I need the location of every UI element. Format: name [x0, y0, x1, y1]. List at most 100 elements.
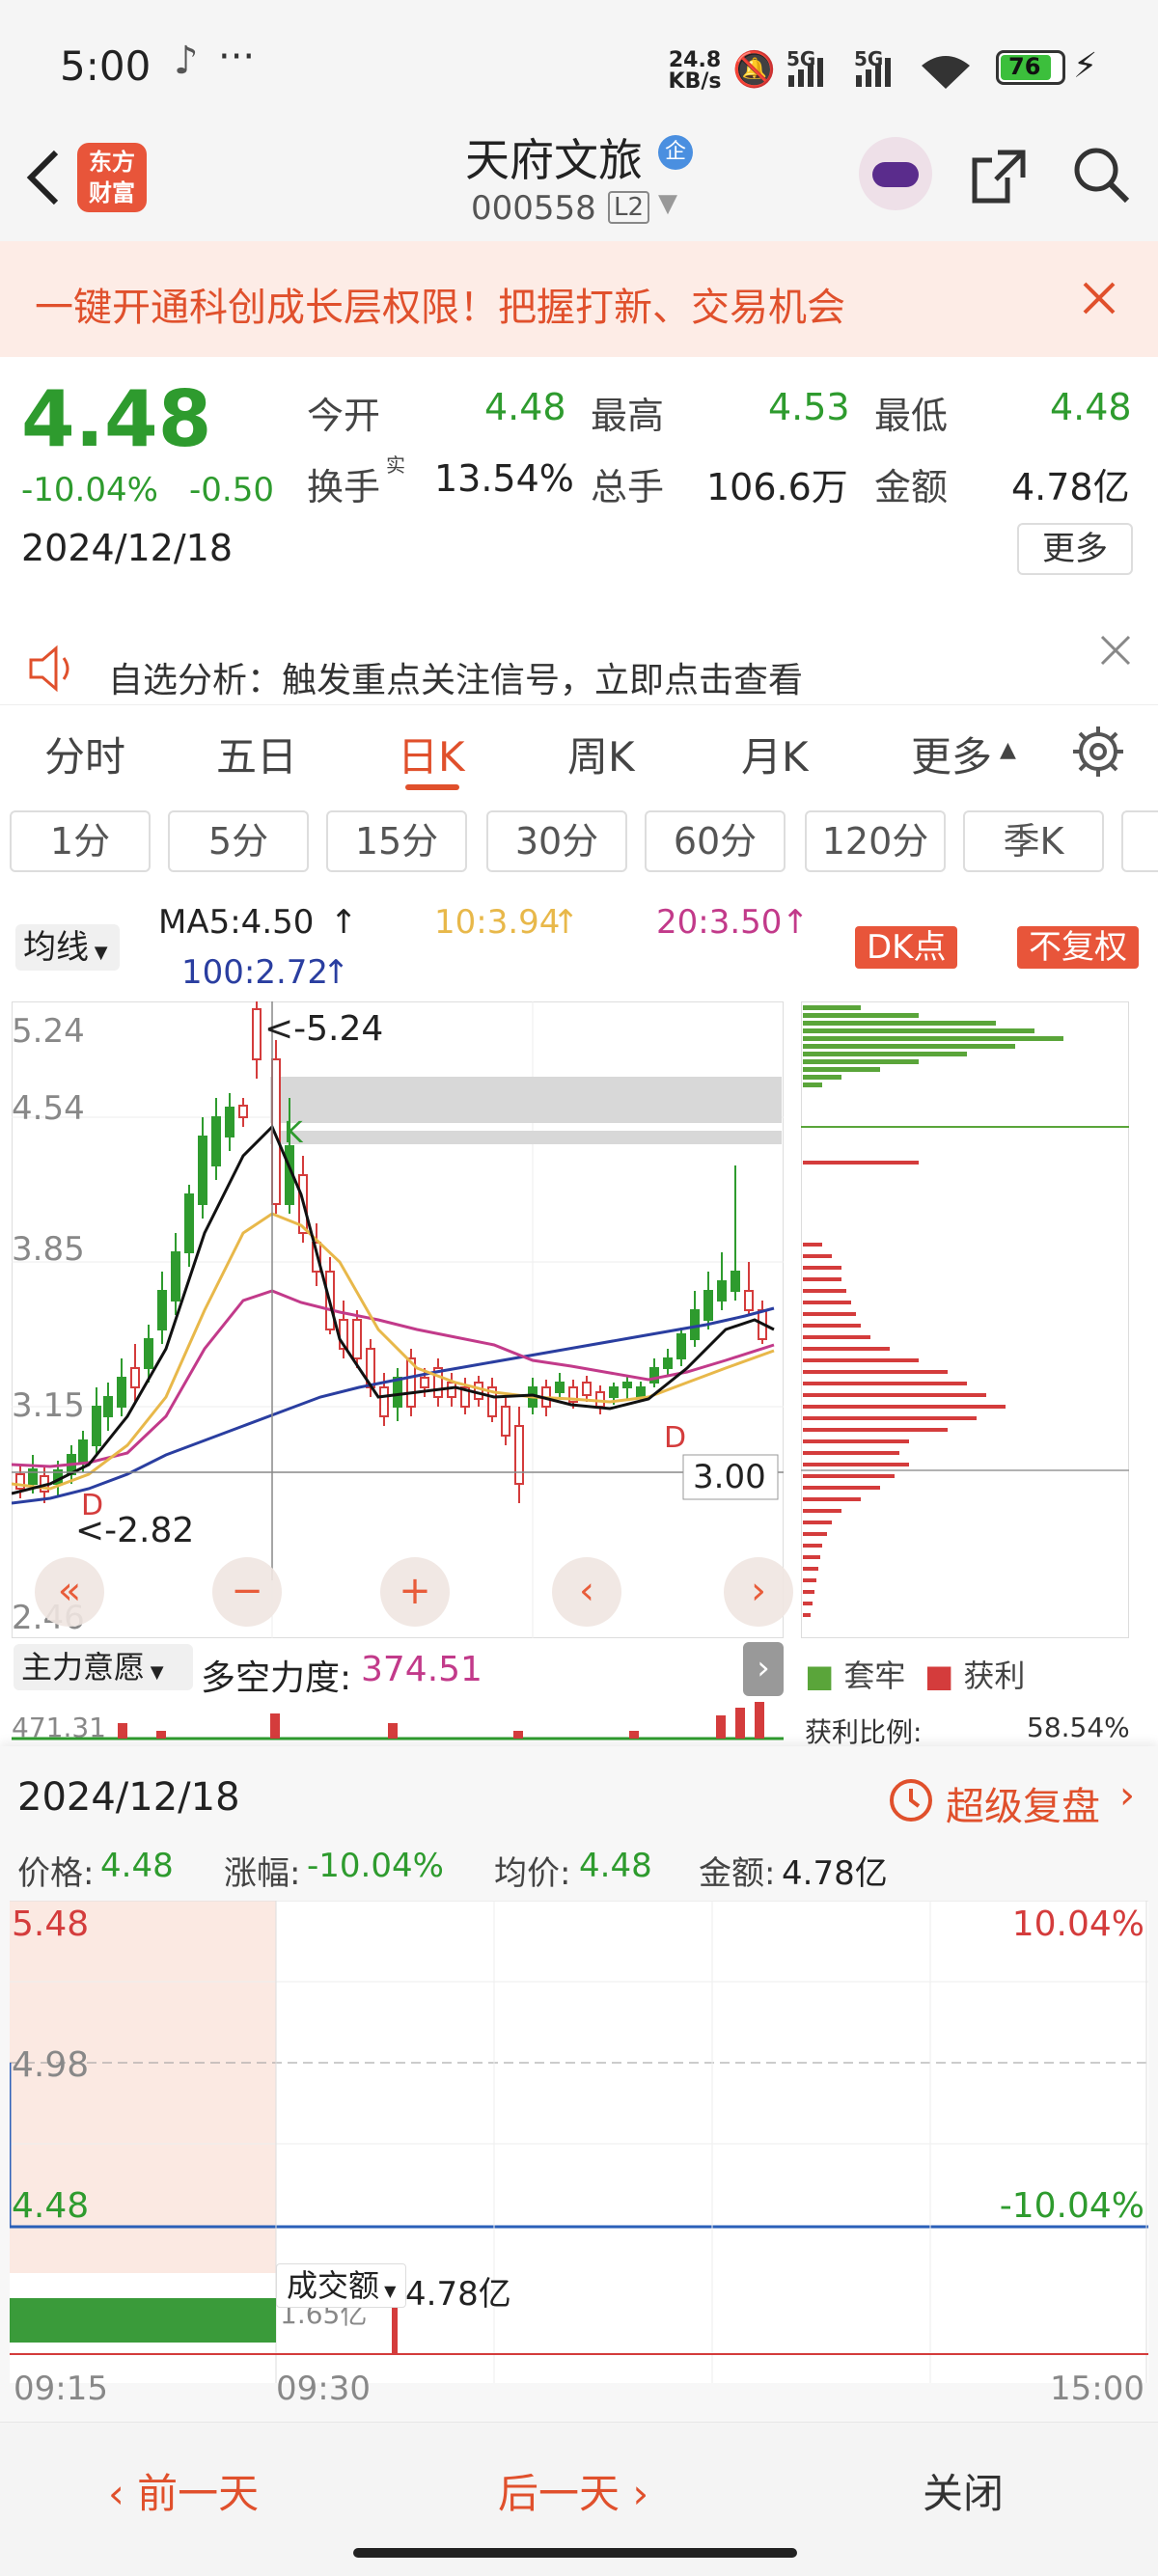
period-5min[interactable]: 5分 — [168, 810, 309, 872]
super-replay-link[interactable]: 超级复盘 — [946, 1775, 1100, 1831]
chip-bar-profit — [803, 1509, 841, 1513]
low-label: 最低 — [874, 395, 949, 437]
chevron-right-icon[interactable]: › — [1119, 1773, 1135, 1818]
notice-close-icon[interactable] — [1096, 631, 1135, 670]
volume-selector[interactable]: 成交额 ▼ — [276, 2263, 407, 2308]
chip-bar-profit — [803, 1567, 818, 1571]
period-60min[interactable]: 60分 — [645, 810, 786, 872]
chip-bar-trap — [803, 1044, 1015, 1049]
chip-bar-trap — [803, 1067, 880, 1072]
period-15min[interactable]: 15分 — [326, 810, 467, 872]
chip-bar-trap — [803, 1036, 1063, 1041]
tab-daily-k[interactable]: 日K — [398, 725, 465, 783]
intraday-pct-bot: -10.04% — [1000, 2186, 1144, 2226]
candle-body — [393, 1377, 402, 1408]
tab-intraday[interactable]: 分时 — [44, 725, 125, 783]
detail-avg: 4.48 — [579, 1847, 652, 1885]
period-1min[interactable]: 1分 — [10, 810, 151, 872]
ma20-value: 20:3.50 — [656, 903, 783, 942]
clock-icon — [890, 1779, 932, 1822]
more-button[interactable]: 更多 — [1017, 523, 1133, 575]
intraday-chart[interactable]: 5.48 4.98 4.48 10.04% -10.04% 1.65亿 — [10, 1901, 1148, 2383]
level-badge[interactable]: L2 — [608, 191, 650, 224]
chip-bar-profit — [803, 1428, 948, 1432]
open-label: 今开 — [307, 395, 381, 437]
chip-bar-profit — [803, 1312, 856, 1316]
collapse-arrow-icon[interactable]: › — [743, 1642, 784, 1696]
zoom-in-icon[interactable]: + — [380, 1557, 450, 1627]
period-overflow[interactable] — [1121, 810, 1158, 872]
search-icon[interactable] — [1071, 145, 1133, 206]
status-bar: 5:00 ♪ ··· 24.8 KB/s 🔕 5G 5G 76 ⚡ — [0, 0, 1158, 125]
scroll-right-icon[interactable]: › — [724, 1557, 793, 1627]
dk-point-button[interactable]: DK点 — [855, 926, 958, 969]
indicator-selector[interactable]: 主力意愿 ▼ — [14, 1644, 193, 1690]
candle-body — [78, 1439, 88, 1464]
prev-day-button[interactable]: ‹ 前一天 — [108, 2461, 259, 2520]
ma5-value: MA5:4.50 — [158, 903, 315, 942]
status-time: 5:00 — [60, 42, 152, 90]
candle-body — [622, 1382, 632, 1388]
detail-date: 2024/12/18 — [17, 1775, 240, 1820]
settings-gear-icon[interactable] — [1071, 725, 1125, 779]
candle-body — [379, 1386, 389, 1417]
chip-bar-profit — [803, 1451, 899, 1455]
candle-body — [198, 1136, 207, 1205]
candle-body — [595, 1391, 605, 1408]
close-button[interactable]: 关闭 — [923, 2461, 1004, 2520]
candle-body — [676, 1333, 686, 1359]
high-label: 最高 — [591, 395, 665, 437]
adjust-button[interactable]: 不复权 — [1017, 926, 1139, 969]
candle-body — [92, 1406, 101, 1446]
indicator-selector-label: 主力意愿 — [21, 1649, 146, 1685]
rewind-icon[interactable]: « — [35, 1557, 104, 1627]
app-logo[interactable]: 东方 财富 — [77, 143, 147, 212]
promo-banner[interactable]: 一键开通科创成长层权限！把握打新、交易机会 — [0, 241, 1158, 357]
close-icon[interactable] — [1079, 278, 1119, 318]
network-speed: 24.8 KB/s — [668, 48, 722, 94]
more-dots-icon: ··· — [218, 35, 256, 79]
share-icon[interactable] — [969, 145, 1031, 206]
period-120min[interactable]: 120分 — [805, 810, 946, 872]
enterprise-badge: 企 — [658, 135, 693, 170]
candle-body — [555, 1382, 565, 1393]
detail-chg-label: 涨幅: — [224, 1854, 301, 1893]
back-arrow-icon[interactable] — [19, 145, 68, 212]
chip-bar-profit — [803, 1335, 870, 1339]
chip-bar-profit — [803, 1474, 895, 1478]
ai-assistant-icon[interactable] — [859, 137, 932, 210]
battery-level: 76 — [1008, 53, 1041, 80]
period-buttons: 1分 5分 15分 30分 60分 120分 季K — [0, 810, 1158, 888]
tab-more[interactable]: 更多 — [911, 725, 992, 783]
period-30min[interactable]: 30分 — [486, 810, 627, 872]
candle-body — [157, 1290, 167, 1330]
kline-chart[interactable]: 3.00 5.24 4.54 3.85 3.15 2.46 <-5.24 <-2… — [12, 1001, 784, 1638]
candle-body — [703, 1290, 713, 1321]
chip-bar-profit — [803, 1358, 919, 1362]
period-season-k[interactable]: 季K — [963, 810, 1104, 872]
tab-monthly-k[interactable]: 月K — [741, 725, 809, 783]
legend-profit: 获利 — [963, 1658, 1026, 1694]
chip-bar-profit — [803, 1289, 846, 1293]
chip-bar-profit — [803, 1416, 977, 1420]
chip-bar-profit — [803, 1613, 811, 1617]
tab-weekly-k[interactable]: 周K — [567, 725, 635, 783]
notice-bar[interactable]: 自选分析：触发重点关注信号，立即点击查看 — [0, 627, 1158, 704]
chip-distribution — [801, 1001, 1129, 1638]
detail-price: 4.48 — [100, 1847, 174, 1885]
intraday-y-top: 5.48 — [12, 1905, 89, 1944]
next-day-button[interactable]: 后一天 › — [498, 2461, 648, 2520]
zoom-out-icon[interactable]: − — [212, 1557, 282, 1627]
ma-selector[interactable]: 均线 ▼ — [15, 924, 120, 971]
tab-five-day[interactable]: 五日 — [216, 725, 297, 783]
candle-body — [609, 1386, 619, 1398]
open-value: 4.48 — [484, 386, 566, 428]
battery-icon: 76 — [996, 50, 1065, 85]
chip-bar-profit — [803, 1602, 813, 1605]
level-dropdown-icon[interactable]: ▼ — [658, 189, 677, 218]
chip-bar-profit — [803, 1277, 841, 1281]
volume-selector-label: 成交额 — [287, 2267, 380, 2304]
chip-bar-profit — [803, 1382, 967, 1385]
scroll-left-icon[interactable]: ‹ — [552, 1557, 621, 1627]
intraday-y-bot: 4.48 — [12, 2186, 89, 2226]
